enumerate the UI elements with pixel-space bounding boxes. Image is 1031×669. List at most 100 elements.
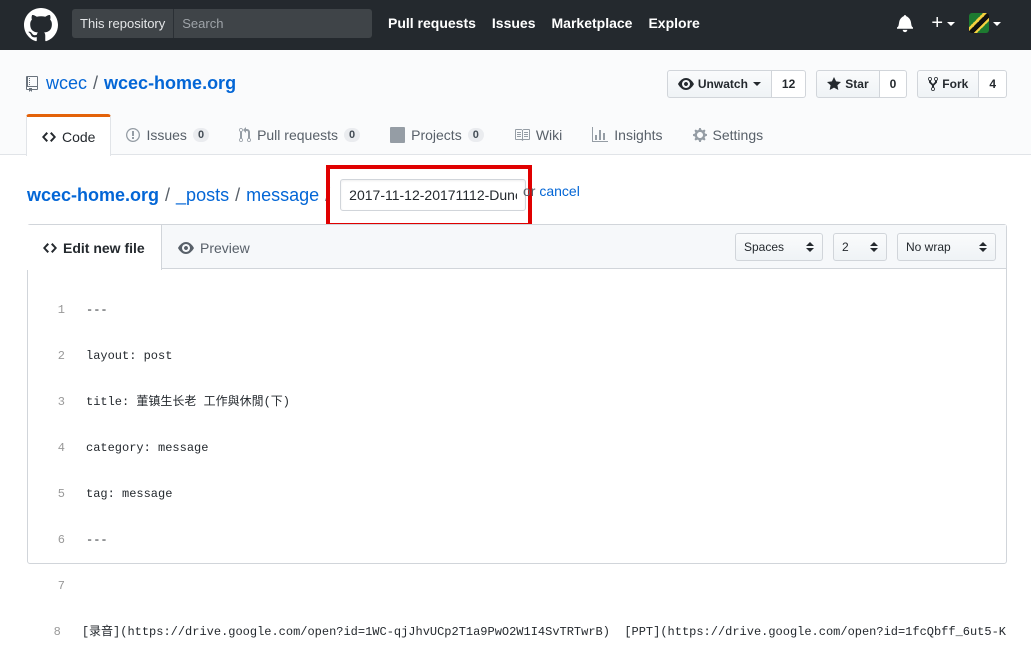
tab-settings[interactable]: Settings bbox=[678, 114, 779, 155]
tab-pull-requests[interactable]: Pull requests 0 bbox=[224, 114, 375, 155]
fork-label: Fork bbox=[942, 77, 969, 91]
file-editor: Edit new file Preview Spaces 2 No wrap 1… bbox=[27, 224, 1007, 639]
nav-marketplace[interactable]: Marketplace bbox=[552, 15, 633, 31]
breadcrumb-repo-link[interactable]: wcec-home.org bbox=[27, 185, 159, 206]
watch-group: Unwatch 12 bbox=[666, 70, 807, 98]
code-line: 6 --- bbox=[28, 531, 1006, 549]
tab-preview[interactable]: Preview bbox=[162, 225, 266, 270]
create-new-plus-icon[interactable]: + bbox=[931, 13, 943, 33]
indent-mode-select[interactable]: Spaces bbox=[735, 233, 823, 261]
cancel-container: or cancel bbox=[523, 183, 580, 199]
search-scope-label: This repository bbox=[72, 9, 175, 38]
line-content[interactable]: layout: post bbox=[65, 347, 172, 365]
tab-issues-label: Issues bbox=[146, 126, 187, 143]
line-content[interactable]: category: message bbox=[65, 439, 208, 457]
code-icon bbox=[42, 131, 56, 142]
gear-icon bbox=[692, 127, 707, 142]
unwatch-label: Unwatch bbox=[697, 77, 748, 91]
code-line: 1 --- bbox=[28, 301, 1006, 319]
or-text: or bbox=[523, 183, 536, 199]
fork-icon bbox=[928, 76, 939, 92]
highlight-annotation-box bbox=[326, 165, 532, 227]
fork-group: Fork 4 bbox=[917, 70, 1007, 98]
select-arrows-icon bbox=[870, 242, 878, 252]
line-number: 4 bbox=[57, 441, 65, 455]
indent-size-select[interactable]: 2 bbox=[833, 233, 887, 261]
tab-insights-label: Insights bbox=[614, 126, 663, 143]
breadcrumb-separator: / bbox=[165, 184, 171, 205]
code-line: 3 title: 董镇生长老 工作與休閒(下) bbox=[28, 393, 1006, 411]
tab-insights[interactable]: Insights bbox=[577, 114, 677, 155]
line-content[interactable]: tag: message bbox=[65, 485, 172, 503]
eye-icon bbox=[677, 78, 694, 90]
code-line: 4 category: message bbox=[28, 439, 1006, 457]
repo-title-separator: / bbox=[93, 73, 99, 93]
graph-icon bbox=[592, 126, 609, 142]
star-group: Star 0 bbox=[816, 70, 908, 98]
user-avatar[interactable] bbox=[969, 13, 989, 33]
tab-wiki[interactable]: Wiki bbox=[499, 114, 577, 155]
tab-settings-label: Settings bbox=[712, 126, 764, 143]
line-number: 3 bbox=[57, 395, 65, 409]
stargazers-count[interactable]: 0 bbox=[879, 70, 908, 98]
line-number: 5 bbox=[57, 487, 65, 501]
search-input[interactable] bbox=[174, 10, 372, 37]
repo-header: wcec / wcec-home.org Unwatch 12 Star 0 F… bbox=[0, 50, 1031, 156]
bell-icon[interactable] bbox=[897, 13, 914, 33]
line-number: 6 bbox=[57, 533, 65, 547]
select-arrows-icon bbox=[806, 242, 814, 252]
watchers-count[interactable]: 12 bbox=[771, 70, 807, 98]
line-content[interactable]: --- bbox=[65, 531, 108, 549]
repo-icon bbox=[26, 75, 38, 92]
indent-mode-value: Spaces bbox=[744, 240, 785, 254]
issues-count-badge: 0 bbox=[192, 127, 210, 142]
header-actions: + bbox=[897, 13, 1001, 33]
breadcrumb-message-link[interactable]: message bbox=[246, 185, 319, 206]
line-content[interactable]: [录音](https://drive.google.com/open?id=1W… bbox=[61, 623, 1006, 641]
tab-pull-requests-label: Pull requests bbox=[257, 126, 338, 143]
user-menu-caret-icon[interactable] bbox=[993, 22, 1001, 26]
line-number: 2 bbox=[57, 349, 65, 363]
line-content[interactable] bbox=[65, 577, 86, 595]
project-icon bbox=[390, 126, 406, 143]
github-logo-icon[interactable] bbox=[24, 8, 58, 42]
git-pull-request-icon bbox=[239, 126, 252, 142]
nav-issues[interactable]: Issues bbox=[492, 15, 536, 31]
code-editor-area[interactable]: 1 --- 2 layout: post 3 title: 董镇生长老 工作與休閒(下… bbox=[28, 269, 1006, 669]
code-line: 7 bbox=[28, 577, 1006, 595]
code-line: 2 layout: post bbox=[28, 347, 1006, 365]
repo-nav-tabs: Code Issues 0 Pull requests 0 Projects 0… bbox=[26, 114, 779, 156]
tab-issues[interactable]: Issues 0 bbox=[111, 114, 224, 155]
star-button[interactable]: Star bbox=[816, 70, 880, 98]
create-new-caret-icon[interactable] bbox=[947, 22, 955, 26]
tab-wiki-label: Wiki bbox=[535, 126, 563, 143]
projects-count-badge: 0 bbox=[467, 127, 484, 142]
book-icon bbox=[514, 128, 530, 141]
breadcrumb-posts-link[interactable]: _posts bbox=[176, 185, 229, 206]
nav-explore[interactable]: Explore bbox=[648, 15, 699, 31]
global-nav: Pull requests Issues Marketplace Explore bbox=[388, 15, 716, 31]
wrap-mode-select[interactable]: No wrap bbox=[897, 233, 996, 261]
pull-requests-count-badge: 0 bbox=[344, 127, 361, 142]
line-content[interactable]: --- bbox=[65, 301, 108, 319]
editor-header: Edit new file Preview Spaces 2 No wrap bbox=[27, 225, 1006, 270]
star-icon bbox=[827, 77, 842, 90]
line-number: 8 bbox=[53, 625, 61, 639]
fork-button[interactable]: Fork bbox=[917, 70, 980, 98]
forks-count[interactable]: 4 bbox=[979, 70, 1007, 98]
select-arrows-icon bbox=[979, 242, 987, 252]
repo-name-link[interactable]: wcec-home.org bbox=[104, 73, 236, 94]
star-label: Star bbox=[845, 77, 869, 91]
cancel-link[interactable]: cancel bbox=[539, 183, 579, 199]
tab-code[interactable]: Code bbox=[26, 114, 112, 156]
tab-code-label: Code bbox=[62, 128, 96, 145]
search-box: This repository bbox=[72, 9, 372, 38]
unwatch-caret-icon bbox=[752, 82, 761, 86]
line-content[interactable]: title: 董镇生长老 工作與休閒(下) bbox=[65, 393, 290, 411]
tab-projects[interactable]: Projects 0 bbox=[375, 114, 499, 155]
tab-edit-new-file[interactable]: Edit new file bbox=[27, 225, 162, 270]
repo-owner-link[interactable]: wcec bbox=[46, 73, 87, 94]
eye-icon bbox=[178, 241, 194, 254]
unwatch-button[interactable]: Unwatch bbox=[666, 70, 772, 98]
nav-pull-requests[interactable]: Pull requests bbox=[388, 15, 476, 31]
